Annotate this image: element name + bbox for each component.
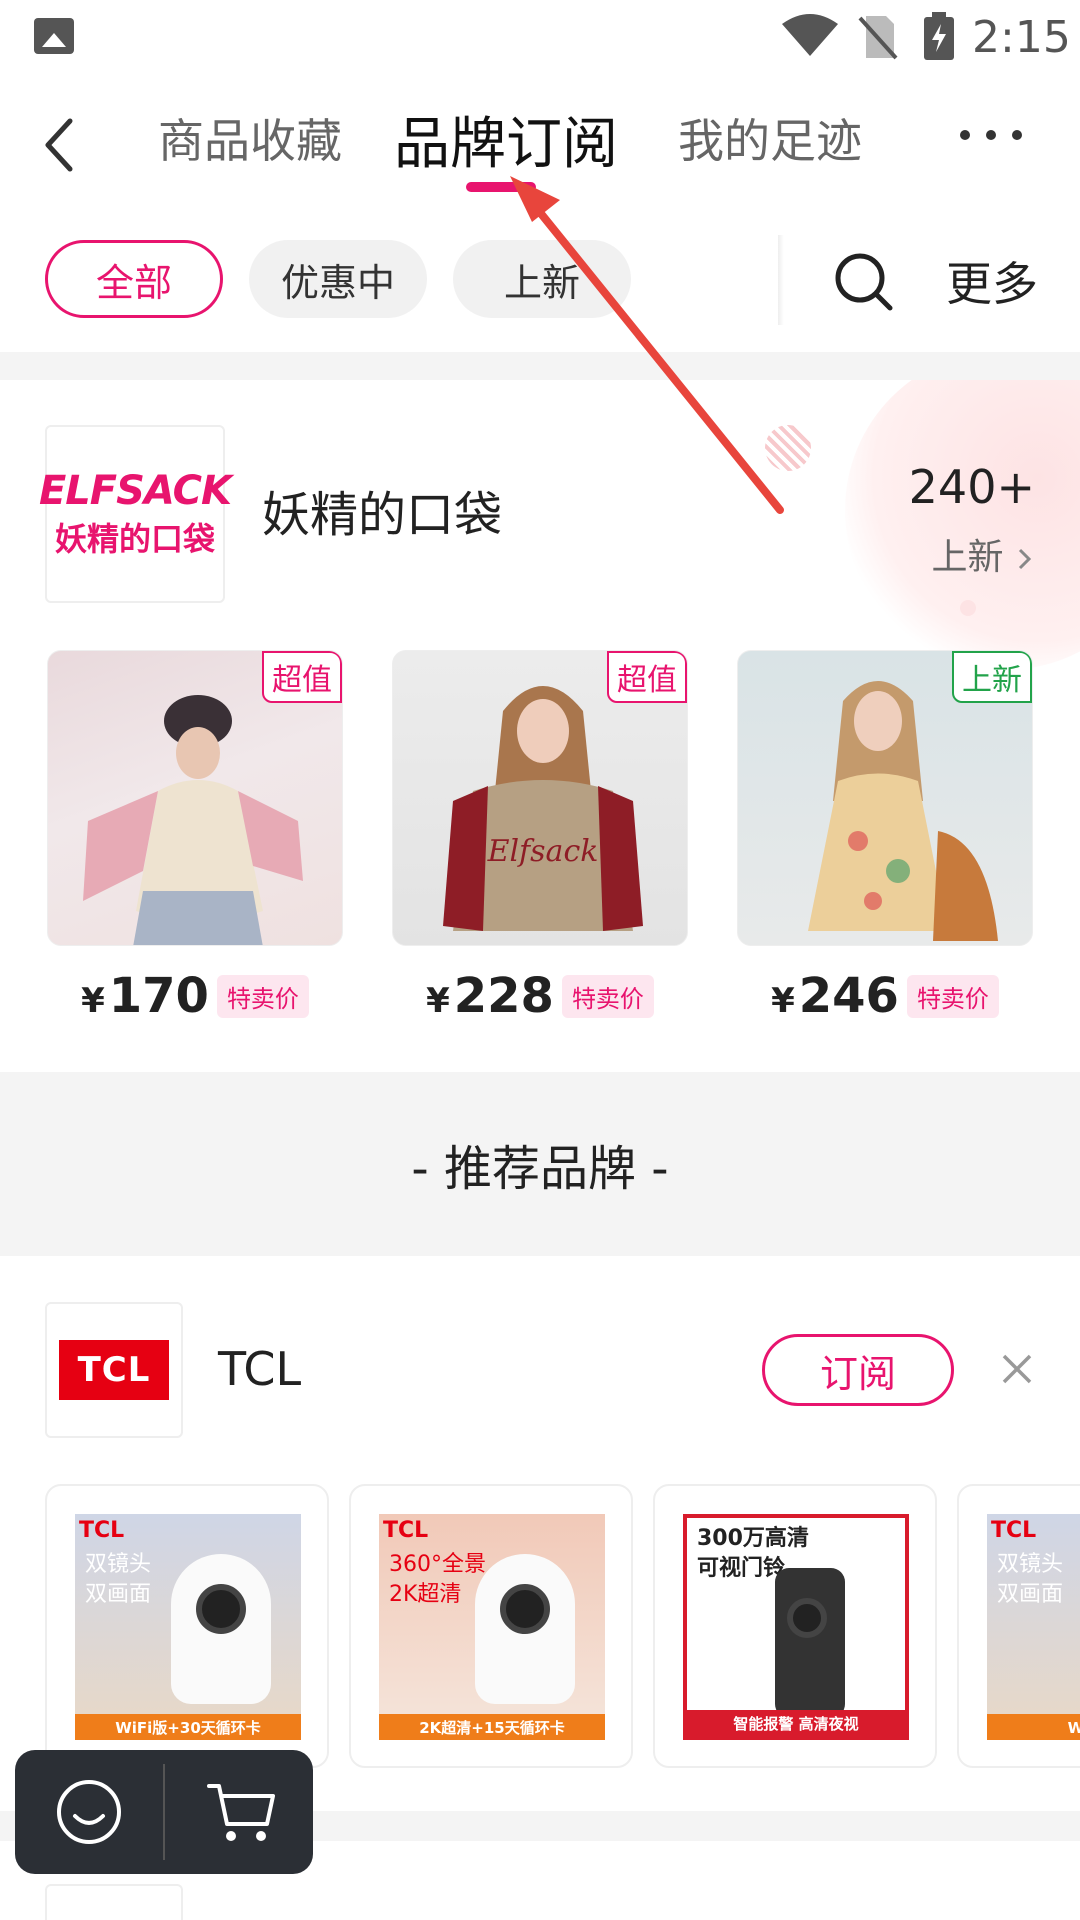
more-filters-button[interactable]: 更多	[946, 248, 1038, 314]
product-image: TCL 双镜头双画面 WiFi版+	[987, 1514, 1080, 1740]
price-value: 246	[798, 968, 899, 1024]
battery-icon	[924, 12, 954, 60]
brand-card[interactable]: ELFSACK 妖精的口袋 妖精的口袋 240+ 上新 超值 ¥170 特卖价	[0, 380, 1080, 1070]
price-tag: 特卖价	[216, 974, 309, 1018]
camera-image	[171, 1554, 271, 1704]
product-card[interactable]: Elfsack 超值 ¥228 特卖价	[392, 650, 688, 1024]
filter-chip-new[interactable]: 上新	[453, 240, 631, 318]
product-image[interactable]: Elfsack 超值	[392, 650, 688, 946]
product-logo: TCL	[79, 1518, 125, 1543]
subscribe-button[interactable]: 订阅	[762, 1334, 954, 1406]
currency-symbol: ¥	[771, 981, 795, 1021]
decoration	[960, 600, 976, 616]
recommended-product[interactable]: TCL 双镜头双画面 WiFi版+	[957, 1484, 1080, 1768]
product-image[interactable]: 上新	[737, 650, 1033, 946]
product-price: ¥228	[426, 968, 554, 1024]
brand-name[interactable]: 妖精的口袋	[262, 475, 502, 545]
price-value: 170	[108, 968, 209, 1024]
recommended-product[interactable]: 300万高清 可视门铃 智能报警 高清夜视	[653, 1484, 937, 1768]
recommended-product[interactable]: TCL 双镜头 双画面 WiFi版+30天循环卡	[45, 1484, 329, 1768]
status-bar: 2:15	[0, 0, 1080, 75]
brand-logo[interactable]: TCL	[45, 1302, 183, 1438]
brand-name[interactable]: TCL	[218, 1342, 301, 1396]
floating-action-bar	[15, 1750, 313, 1874]
price-value: 228	[453, 968, 554, 1024]
cart-icon[interactable]	[205, 1778, 279, 1846]
product-image[interactable]: 超值	[47, 650, 343, 946]
camera-image	[475, 1554, 575, 1704]
decoration	[845, 380, 1080, 670]
filter-chip-all[interactable]: 全部	[45, 240, 223, 318]
product-price: ¥246	[771, 968, 899, 1024]
search-icon[interactable]	[832, 250, 896, 314]
currency-symbol: ¥	[426, 981, 450, 1021]
new-arrivals-count: 240+	[908, 460, 1035, 514]
filter-divider	[778, 235, 784, 325]
divider	[163, 1764, 165, 1860]
product-banner: 2K超清+15天循环卡	[379, 1714, 605, 1740]
top-nav: 商品收藏 品牌订阅 我的足迹	[0, 75, 1080, 205]
product-headline: 双镜头 双画面	[997, 1552, 1064, 1607]
brand-logo[interactable]: ELFSACK 妖精的口袋	[39, 425, 232, 603]
decoration	[765, 425, 811, 471]
product-banner: WiFi版+	[987, 1714, 1080, 1740]
active-tab-indicator	[466, 182, 536, 192]
wifi-icon	[782, 14, 838, 56]
tab-favorites[interactable]: 商品收藏	[158, 105, 342, 171]
close-icon[interactable]	[1000, 1352, 1034, 1386]
recommended-product[interactable]: TCL 360°全景 2K超清 2K超清+15天循环卡	[349, 1484, 633, 1768]
product-image: TCL 360°全景 2K超清 2K超清+15天循环卡	[379, 1514, 605, 1740]
recommended-brand-card[interactable]: TCL TCL 订阅 TCL 双镜头 双画面 WiFi版+30天循环卡 TCL 3…	[0, 1256, 1080, 1811]
tab-footprints[interactable]: 我的足迹	[678, 105, 862, 171]
next-brand-logo[interactable]	[45, 1884, 183, 1920]
filter-chip-discount[interactable]: 优惠中	[249, 240, 427, 318]
recommend-header: - 推荐品牌 -	[0, 1072, 1080, 1256]
product-card[interactable]: 上新 ¥246 特卖价	[737, 650, 1033, 1024]
product-headline: 双镜头 双画面	[85, 1552, 152, 1607]
product-headline: 360°全景 2K超清	[389, 1552, 486, 1607]
back-icon[interactable]	[40, 115, 80, 175]
svg-text:Elfsack: Elfsack	[487, 834, 599, 869]
clock: 2:15	[972, 12, 1071, 63]
smile-icon[interactable]	[55, 1778, 123, 1846]
product-image: 300万高清 可视门铃 智能报警 高清夜视	[683, 1514, 909, 1740]
price-tag: 特卖价	[906, 974, 999, 1018]
currency-symbol: ¥	[81, 981, 105, 1021]
product-card[interactable]: 超值 ¥170 特卖价	[47, 650, 343, 1024]
new-arrivals-link[interactable]: 上新	[932, 528, 1035, 580]
more-icon[interactable]	[960, 120, 1030, 150]
no-sim-icon	[858, 16, 898, 60]
price-tag: 特卖价	[561, 974, 654, 1018]
product-logo: TCL	[383, 1518, 429, 1543]
product-badge: 上新	[952, 651, 1032, 703]
brand-logo-text: ELFSACK	[38, 468, 232, 514]
section-separator	[0, 352, 1080, 380]
product-badge: 超值	[262, 651, 342, 703]
product-price: ¥170	[81, 968, 209, 1024]
brand-logo-subtext: 妖精的口袋	[54, 520, 215, 558]
product-image: TCL 双镜头 双画面 WiFi版+30天循环卡	[75, 1514, 301, 1740]
product-logo: TCL	[991, 1518, 1037, 1543]
doorbell-image	[775, 1568, 845, 1718]
tcl-logo: TCL	[59, 1340, 169, 1400]
tab-brand-subscriptions[interactable]: 品牌订阅	[394, 99, 618, 180]
new-arrivals-label: 上新	[931, 537, 1004, 578]
product-banner: 智能报警 高清夜视	[687, 1710, 905, 1736]
filter-row: 全部 优惠中 上新 更多	[0, 235, 1080, 325]
product-banner: WiFi版+30天循环卡	[75, 1714, 301, 1740]
image-icon	[34, 18, 74, 54]
chevron-right-icon	[1018, 548, 1032, 570]
product-badge: 超值	[607, 651, 687, 703]
